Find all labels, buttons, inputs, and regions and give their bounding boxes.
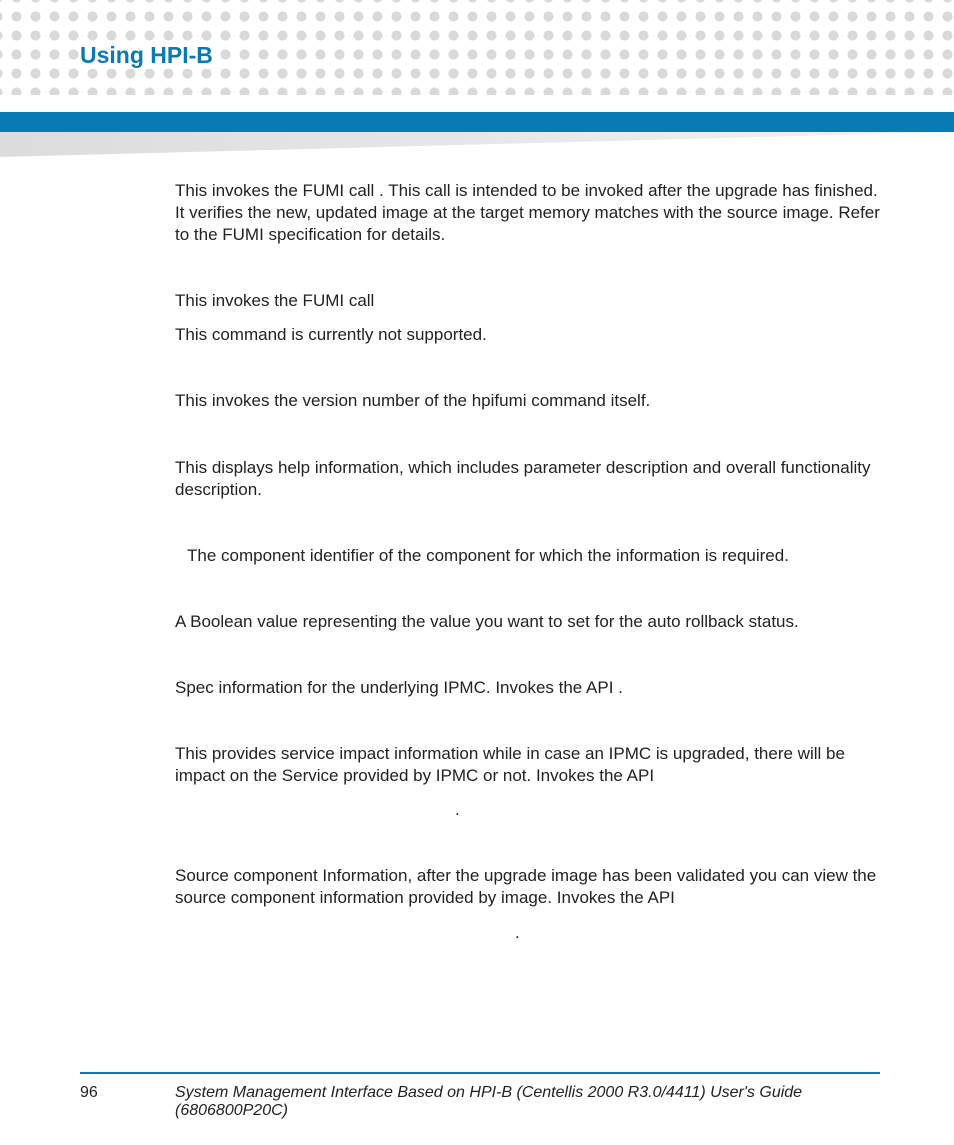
header-shadow bbox=[0, 132, 954, 157]
paragraph-7: A Boolean value representing the value y… bbox=[175, 611, 885, 633]
paragraph-10a: Source component Information, after the … bbox=[175, 865, 885, 909]
footer-text: System Management Interface Based on HPI… bbox=[175, 1084, 885, 1120]
paragraph-6: The component identifier of the componen… bbox=[175, 545, 885, 567]
header-blue-bar bbox=[0, 112, 954, 132]
paragraph-1: This invokes the FUMI call . This call i… bbox=[175, 180, 885, 246]
paragraph-4: This invokes the version number of the h… bbox=[175, 390, 885, 412]
page: Using HPI-B This invokes the FUMI call .… bbox=[0, 0, 954, 1145]
page-title: Using HPI-B bbox=[80, 42, 219, 69]
paragraph-9b: . bbox=[175, 799, 885, 821]
footer-rule bbox=[80, 1072, 880, 1074]
paragraph-5: This displays help information, which in… bbox=[175, 457, 885, 501]
paragraph-3: This command is currently not supported. bbox=[175, 324, 885, 346]
body-content: This invokes the FUMI call . This call i… bbox=[175, 180, 885, 970]
paragraph-2: This invokes the FUMI call bbox=[175, 290, 885, 312]
paragraph-10b: . bbox=[175, 922, 885, 944]
paragraph-9a: This provides service impact information… bbox=[175, 743, 885, 787]
paragraph-8: Spec information for the underlying IPMC… bbox=[175, 677, 885, 699]
page-number: 96 bbox=[80, 1084, 98, 1102]
